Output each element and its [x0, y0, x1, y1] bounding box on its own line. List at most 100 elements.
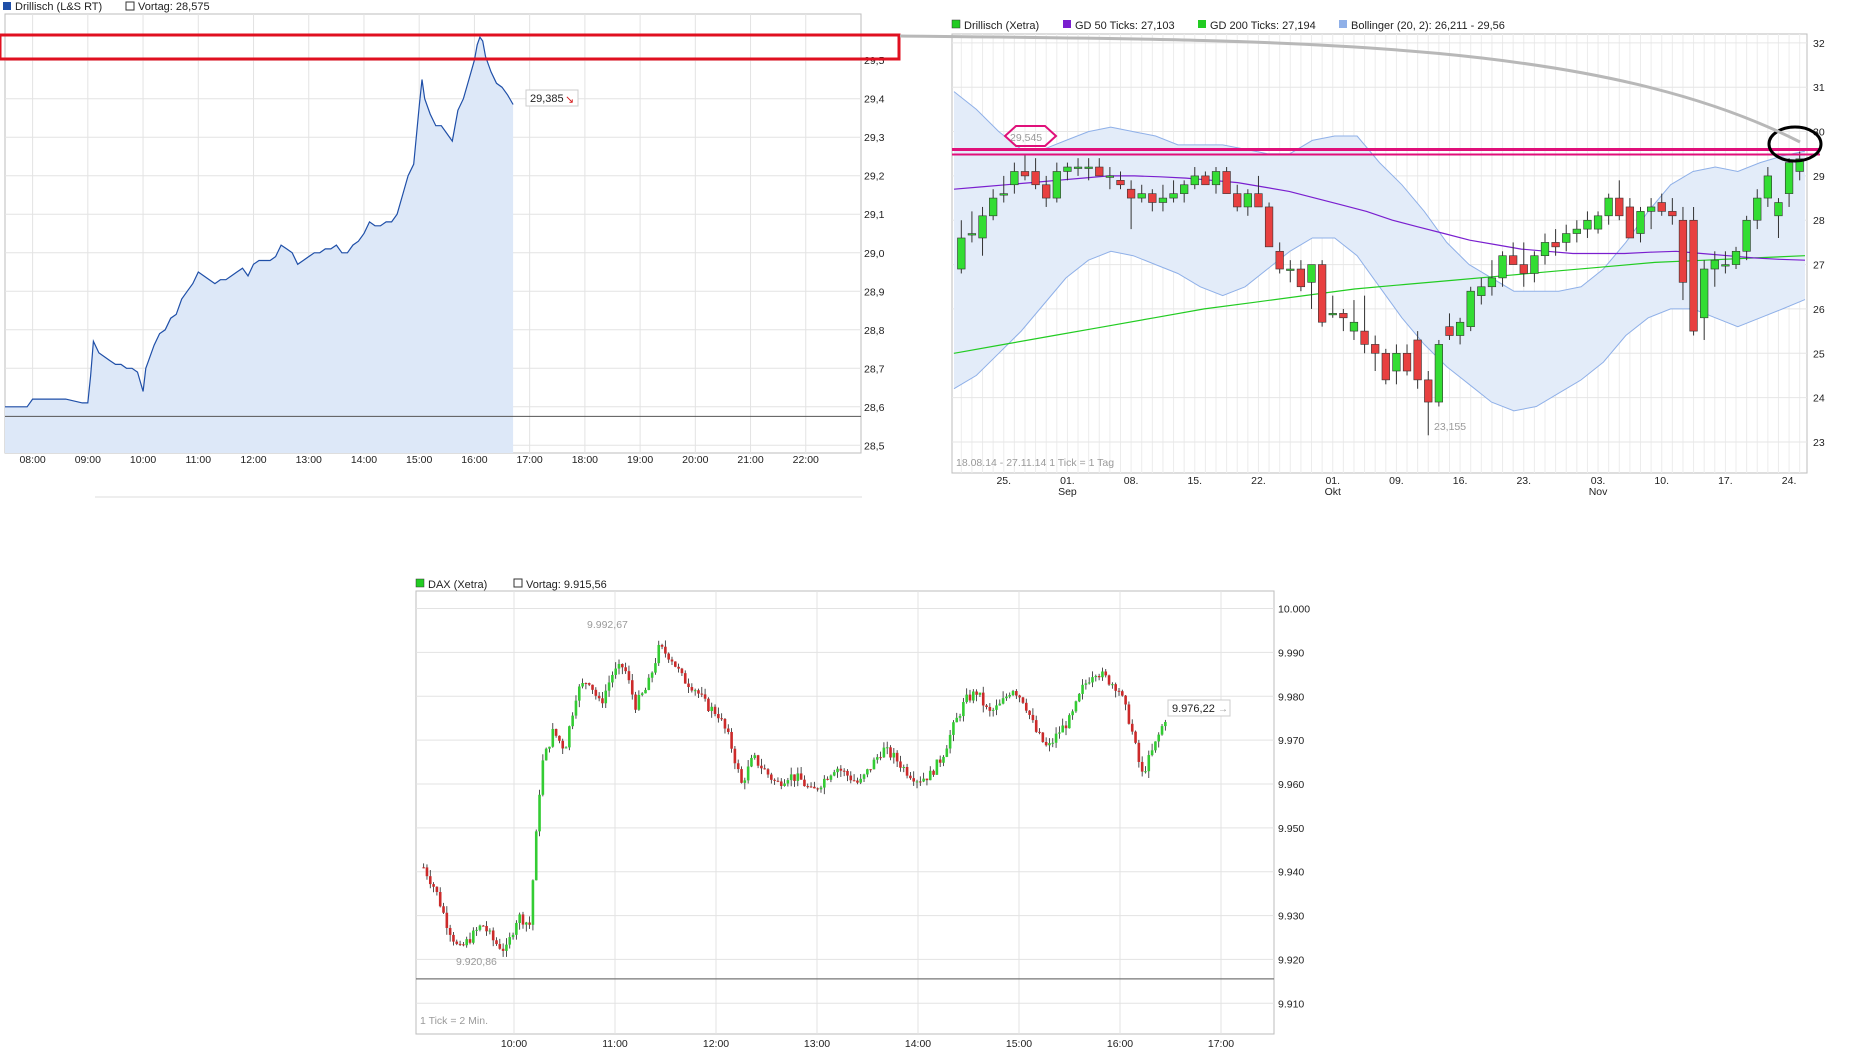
candle-body [548, 746, 551, 749]
candle-body [697, 690, 700, 694]
candle-body [945, 748, 949, 757]
intraday-chart: 29,5 29,4 29,3 29,2 29,1 29,0 28,9 28,8 28,7 28,6… [0, 1, 901, 498]
candle-body [1164, 721, 1167, 727]
candle-body [935, 759, 939, 775]
candle-body [1753, 197, 1762, 221]
candle-body [438, 891, 442, 907]
x-tick-label: 17:00 [517, 454, 543, 466]
candle-body [511, 934, 515, 938]
candle-body [1625, 206, 1635, 239]
candle-body [630, 680, 634, 695]
candle-body [1024, 702, 1028, 711]
candle-body [1020, 171, 1030, 177]
candle-body [760, 765, 763, 769]
candle-body [856, 780, 859, 783]
candle-body [1657, 202, 1666, 212]
y-tick-label: 10.000 [1278, 604, 1310, 616]
candle-body [707, 698, 710, 712]
candle-body [1064, 725, 1068, 729]
candle-body [1048, 743, 1051, 746]
candle-body [693, 690, 697, 692]
candle-body [1021, 697, 1025, 703]
candle-body [667, 653, 670, 660]
candle-body [1105, 175, 1115, 178]
candle-body [1339, 313, 1348, 319]
candle-body [687, 683, 690, 688]
x-tick-label: 13:00 [296, 454, 322, 466]
dax-x-ticks: 10:00 11:00 12:00 13:00 14:00 15:00 16:00 17:00 [501, 1038, 1234, 1048]
candle-body [1583, 219, 1592, 230]
candle-body [495, 940, 498, 945]
candle-body [1604, 197, 1613, 217]
x-month-label: Okt [1325, 486, 1341, 498]
candle-body [1593, 215, 1603, 230]
candle-body [1134, 731, 1137, 743]
y-tick-label: 31 [1813, 82, 1825, 94]
candle-body [601, 698, 604, 704]
candle-body [703, 694, 707, 699]
right-arrow-icon: → [1218, 704, 1228, 715]
candle-body [965, 694, 968, 703]
candle-body [1097, 676, 1101, 678]
candle-body [1101, 671, 1104, 678]
candle-body [554, 728, 558, 736]
candle-body [1222, 171, 1231, 194]
x-tick-label: 22. [1251, 475, 1266, 487]
candle-body [1074, 701, 1078, 712]
daily-high-label: 29,545 [1010, 132, 1042, 144]
candle-body [1455, 321, 1465, 336]
candle-body [1318, 264, 1327, 323]
y-tick-label: 28,7 [864, 363, 885, 375]
candle-body [1233, 193, 1242, 208]
dax-low-label: 9.920,86 [456, 956, 497, 968]
candle-body [591, 684, 594, 690]
intraday-y-ticks: 29,5 29,4 29,3 29,2 29,1 29,0 28,9 28,8 28,7 28,6… [864, 55, 885, 452]
candle-body [617, 663, 621, 669]
candle-body [1084, 166, 1093, 169]
candle-body [889, 747, 892, 758]
daily-legend-swatch-3 [1198, 20, 1206, 28]
x-tick-label: 17. [1718, 475, 1733, 487]
candle-body [783, 783, 786, 786]
candle-body [1087, 682, 1091, 684]
candle-body [991, 709, 995, 711]
y-tick-label: 26 [1813, 304, 1825, 316]
intraday-legend-swatch [3, 2, 11, 10]
x-tick-label: 10. [1654, 475, 1669, 487]
x-tick-label: 12:00 [240, 454, 266, 466]
candle-body [723, 718, 727, 729]
candle-body [862, 774, 866, 779]
candle-body [823, 778, 826, 788]
y-tick-label: 25 [1813, 348, 1825, 360]
x-tick-label: 24. [1782, 475, 1797, 487]
candle-body [538, 794, 541, 832]
x-tick-label: 10:00 [130, 454, 156, 466]
candle-body [988, 706, 992, 711]
x-tick-label: 17:00 [1208, 1038, 1234, 1048]
y-tick-label: 23 [1813, 437, 1825, 449]
candle-body [674, 661, 677, 667]
candle-body [561, 740, 565, 749]
candle-body [1116, 180, 1125, 186]
candle-body [614, 668, 617, 675]
intraday-x-ticks: 08:00 09:00 10:00 11:00 12:00 13:00 14:00 15:00… [19, 454, 819, 466]
x-tick-label: 23. [1516, 475, 1531, 487]
candle-body [640, 693, 644, 695]
candle-body [1015, 691, 1018, 696]
candle-body [872, 759, 876, 770]
candle-body [922, 778, 925, 782]
candle-body [584, 683, 588, 685]
candle-body [1011, 691, 1015, 696]
candle-body [634, 694, 637, 710]
candle-body [485, 925, 488, 932]
x-tick-label: 08:00 [19, 454, 45, 466]
candle-body [839, 768, 843, 771]
candle-body [957, 237, 966, 270]
candle-body [1498, 255, 1507, 279]
candle-body [498, 944, 502, 949]
candle-body [1061, 725, 1064, 733]
dax-y-ticks: 10.000 9.990 9.980 9.970 9.960 9.950 9.940 9.93… [1278, 604, 1310, 1011]
y-tick-label: 29,3 [864, 132, 885, 144]
candle-body [1114, 684, 1117, 691]
candle-body [770, 774, 773, 780]
